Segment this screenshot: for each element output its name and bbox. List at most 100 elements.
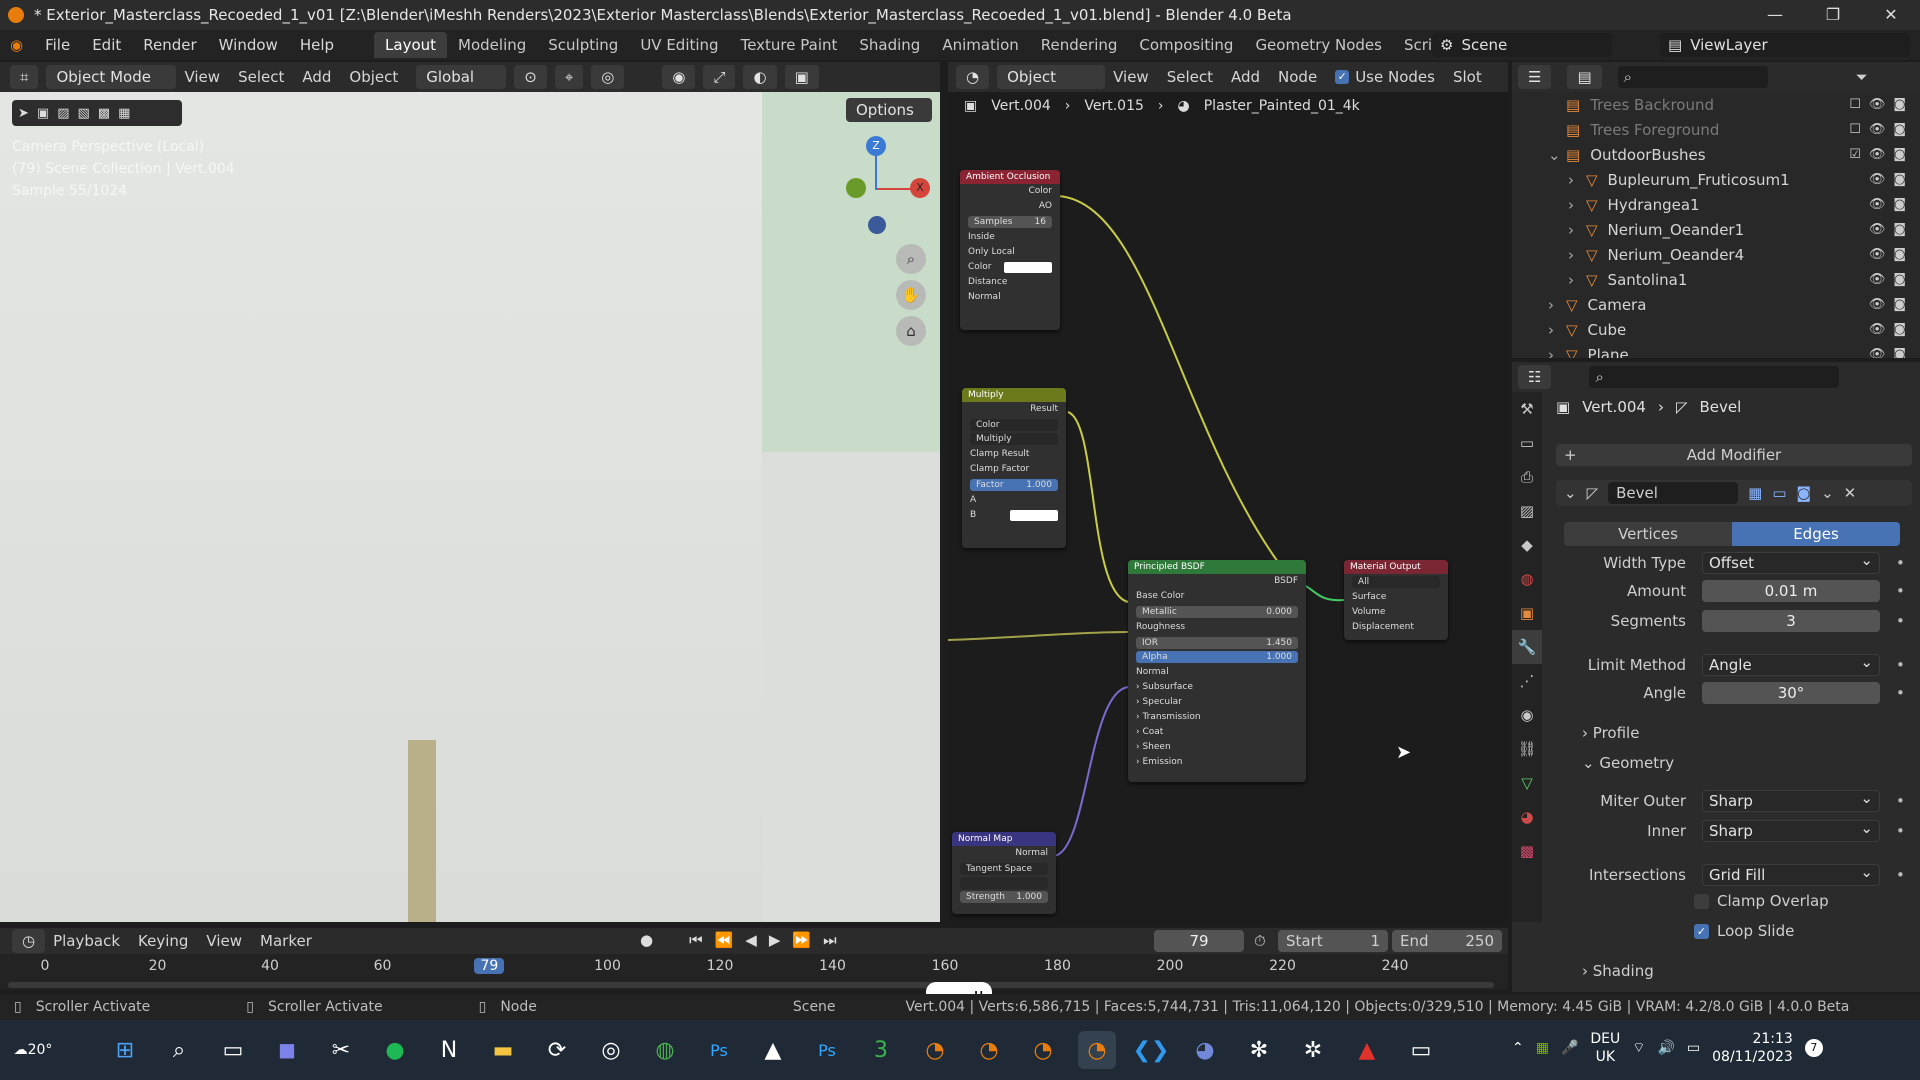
- select-invert-icon[interactable]: ▩: [98, 106, 110, 121]
- timeline-menu-view[interactable]: View: [206, 932, 242, 950]
- keyframe-dot-icon[interactable]: •: [1896, 582, 1905, 600]
- select-tool-icon[interactable]: ➤: [18, 106, 29, 121]
- battery-icon[interactable]: ▭: [1687, 1040, 1700, 1056]
- outliner-item[interactable]: › ▽ Nerium_Oeander4 👁 ◙: [1512, 242, 1920, 267]
- timeline-editor-type-icon[interactable]: ◷: [12, 929, 46, 953]
- bsdf-metallic-field[interactable]: Metallic 0.000: [1136, 606, 1298, 618]
- timeline-scrubber[interactable]: 0 20 40 60 79 100 120 140 160 180 200 220 240: [0, 954, 1508, 990]
- pivot-icon[interactable]: ⊙: [514, 65, 547, 89]
- bsdf-alpha-field[interactable]: Alpha 1.000: [1136, 651, 1298, 663]
- record-icon[interactable]: ●: [640, 931, 653, 949]
- outliner-item[interactable]: › ▽ Hydrangea1 👁 ◙: [1512, 192, 1920, 217]
- normal-map-space-dropdown[interactable]: Tangent Space: [960, 863, 1048, 875]
- start-menu-icon[interactable]: ⊞: [106, 1031, 144, 1069]
- zoom-icon[interactable]: ⌕: [896, 244, 926, 274]
- multiply-node[interactable]: Multiply Result Color Multiply Clamp Res…: [962, 388, 1066, 548]
- viewport-menu-add[interactable]: Add: [302, 68, 331, 86]
- tray-chevron-icon[interactable]: ⌃: [1512, 1040, 1524, 1056]
- amount-field[interactable]: 0.01 m: [1702, 580, 1880, 602]
- axis-x-icon[interactable]: X: [910, 178, 930, 198]
- intersections-dropdown[interactable]: Grid Fill: [1702, 862, 1880, 886]
- openai-icon[interactable]: ✻: [1240, 1031, 1278, 1069]
- expand-chevron-icon[interactable]: ›: [1568, 171, 1586, 189]
- expand-chevron-icon[interactable]: ›: [1548, 296, 1566, 314]
- eye-icon[interactable]: 👁: [1869, 122, 1886, 137]
- limit-method-dropdown[interactable]: Angle: [1702, 652, 1880, 676]
- tab-modeling[interactable]: Modeling: [447, 32, 537, 58]
- eye-icon[interactable]: 👁: [1869, 97, 1886, 112]
- overlay-icon[interactable]: ◐: [743, 65, 777, 89]
- eye-icon[interactable]: 👁: [1869, 272, 1886, 287]
- geometry-panel-header[interactable]: ⌄ Geometry: [1582, 754, 1674, 772]
- inner-miter-dropdown[interactable]: Sharp: [1702, 818, 1880, 842]
- search-icon[interactable]: ⌕: [160, 1031, 198, 1069]
- modifier-dropdown-icon[interactable]: ⌄: [1821, 484, 1834, 502]
- gpu-icon[interactable]: ▦: [1536, 1040, 1549, 1056]
- blender-icon-3[interactable]: ◔: [1024, 1031, 1062, 1069]
- particles-tab-icon[interactable]: ⋰: [1512, 664, 1542, 698]
- bsdf-panel-sheen[interactable]: › Sheen: [1128, 740, 1306, 755]
- include-checkbox-icon[interactable]: ☐: [1849, 122, 1861, 137]
- blender-menu-icon[interactable]: ◉: [10, 36, 23, 54]
- render-camera-icon[interactable]: ◙: [1893, 222, 1906, 237]
- scene-tab-icon[interactable]: ◆: [1512, 528, 1542, 562]
- teams-icon[interactable]: ◼: [268, 1031, 306, 1069]
- render-camera-icon[interactable]: ◙: [1893, 347, 1906, 358]
- segments-field[interactable]: 3: [1702, 610, 1880, 632]
- outliner-item[interactable]: › ▽ Santolina1 👁 ◙: [1512, 267, 1920, 292]
- timeline-menu-keying[interactable]: Keying: [138, 932, 188, 950]
- expand-chevron-icon[interactable]: ›: [1548, 346, 1566, 359]
- multiply-input-b[interactable]: B: [962, 508, 1066, 523]
- bsdf-panel-coat[interactable]: › Coat: [1128, 725, 1306, 740]
- tab-animation[interactable]: Animation: [931, 32, 1029, 58]
- tab-vertices[interactable]: Vertices: [1564, 522, 1732, 546]
- sync-icon[interactable]: ⟳: [538, 1031, 576, 1069]
- prev-keyframe-icon[interactable]: ⏪: [715, 931, 734, 949]
- keyframe-dot-icon[interactable]: •: [1896, 866, 1905, 884]
- clamp-overlap-row[interactable]: Clamp Overlap: [1694, 892, 1829, 910]
- jump-end-icon[interactable]: ⏭: [823, 931, 837, 949]
- render-camera-icon[interactable]: ◙: [1893, 122, 1906, 137]
- outliner-item[interactable]: ⌄ ▤ OutdoorBushes ☑ 👁 ◙: [1512, 142, 1920, 167]
- stopwatch-icon[interactable]: ⏱: [1254, 932, 1266, 950]
- gizmo-icon[interactable]: ⤢: [703, 65, 736, 89]
- visibility-icon[interactable]: ◉: [662, 65, 696, 89]
- show-in-editmode-icon[interactable]: ▦: [1748, 484, 1762, 502]
- normal-map-uv-field[interactable]: [960, 877, 1048, 889]
- play-icon[interactable]: ▶: [769, 931, 781, 949]
- tab-uv-editing[interactable]: UV Editing: [629, 32, 729, 58]
- eye-icon[interactable]: 👁: [1869, 172, 1886, 187]
- outliner-search-input[interactable]: ⌕: [1617, 66, 1768, 88]
- axis-neg-z-icon[interactable]: [868, 216, 886, 234]
- properties-editor-type-icon[interactable]: ☷: [1518, 365, 1552, 389]
- davinci-icon[interactable]: ✲: [1294, 1031, 1332, 1069]
- show-in-viewport-icon[interactable]: ▭: [1772, 484, 1786, 502]
- node-editor-type-button[interactable]: ◔: [956, 65, 990, 89]
- play-reverse-icon[interactable]: ◀: [745, 931, 757, 949]
- xray-icon[interactable]: ▣: [784, 65, 819, 89]
- world-tab-icon[interactable]: ◍: [1512, 562, 1542, 596]
- snap-icon[interactable]: ⌖: [554, 65, 584, 89]
- bsdf-ior-field[interactable]: IOR 1.450: [1136, 637, 1298, 649]
- multiply-type-dropdown[interactable]: Color: [970, 419, 1058, 431]
- expand-chevron-icon[interactable]: ›: [1568, 271, 1586, 289]
- tab-rendering[interactable]: Rendering: [1030, 32, 1129, 58]
- object-tab-icon[interactable]: ▣: [1512, 596, 1542, 630]
- keyboard-language[interactable]: DEU UK: [1590, 1030, 1620, 1066]
- menu-render[interactable]: Render: [143, 36, 196, 54]
- clamp-overlap-checkbox[interactable]: [1694, 893, 1709, 909]
- miter-outer-dropdown[interactable]: Sharp: [1702, 788, 1880, 812]
- outliner-display-mode-icon[interactable]: ▤: [1567, 65, 1602, 89]
- principled-bsdf-node[interactable]: Principled BSDF BSDF Base Color Metallic…: [1128, 560, 1306, 782]
- clamp-factor-checkbox[interactable]: Clamp Factor: [962, 462, 1066, 477]
- shader-node-editor[interactable]: ▣ Vert.004 › Vert.015 › ◕ Plaster_Painte…: [948, 92, 1508, 922]
- photoshop-icon[interactable]: Ps: [700, 1031, 738, 1069]
- menu-window[interactable]: Window: [219, 36, 278, 54]
- menu-edit[interactable]: Edit: [92, 36, 121, 54]
- render-camera-icon[interactable]: ◙: [1893, 172, 1906, 187]
- discord-icon[interactable]: ◕: [1186, 1031, 1224, 1069]
- pan-hand-icon[interactable]: ✋: [896, 280, 926, 310]
- menu-help[interactable]: Help: [300, 36, 334, 54]
- outliner-item[interactable]: › ▽ Nerium_Oeander1 👁 ◙: [1512, 217, 1920, 242]
- eye-icon[interactable]: 👁: [1869, 197, 1886, 212]
